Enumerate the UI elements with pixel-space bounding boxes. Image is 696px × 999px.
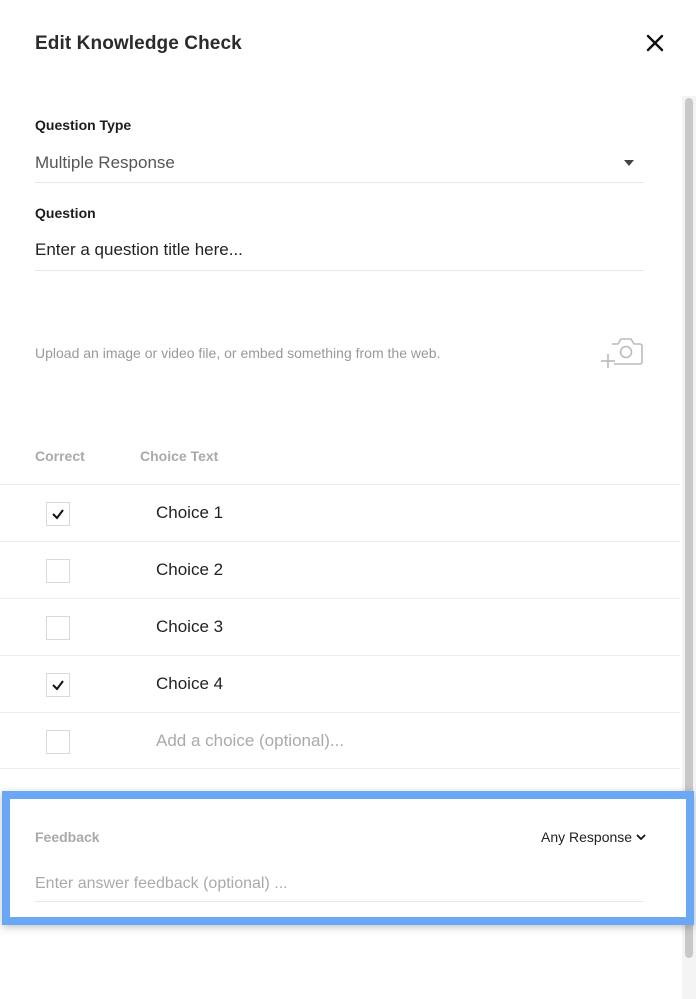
question-type-select[interactable]: Multiple Response [35, 153, 175, 173]
checkmark-icon [52, 680, 64, 691]
correct-checkbox[interactable] [46, 673, 70, 697]
column-header-choice-text: Choice Text [140, 448, 219, 464]
close-button[interactable] [642, 30, 668, 56]
question-label: Question [35, 205, 96, 221]
feedback-input[interactable]: Enter answer feedback (optional) ... [35, 875, 288, 893]
chevron-down-icon[interactable] [635, 831, 647, 843]
question-type-label: Question Type [35, 117, 132, 133]
choice-row: Choice 4 [0, 655, 680, 712]
choice-text[interactable]: Choice 3 [156, 617, 223, 637]
correct-checkbox[interactable] [46, 502, 70, 526]
close-icon [646, 34, 664, 52]
correct-checkbox[interactable] [46, 616, 70, 640]
dialog-header: Edit Knowledge Check [0, 0, 696, 92]
feedback-underline [35, 901, 644, 902]
correct-checkbox[interactable] [46, 730, 70, 754]
choice-row: Choice 3 [0, 598, 680, 655]
choice-row: Choice 2 [0, 541, 680, 598]
question-underline [35, 270, 644, 271]
media-upload-text[interactable]: Upload an image or video file, or embed … [35, 345, 440, 361]
choice-row: Choice 1 [0, 484, 680, 541]
column-header-correct: Correct [35, 448, 85, 464]
add-choice-row: Add a choice (optional)... [0, 712, 680, 769]
caret-down-icon[interactable] [624, 160, 634, 166]
question-input[interactable]: Enter a question title here... [35, 240, 644, 260]
feedback-section: Feedback Any Response Enter answer feedb… [2, 791, 694, 925]
correct-checkbox[interactable] [46, 559, 70, 583]
add-camera-icon[interactable] [600, 334, 644, 370]
choice-text[interactable]: Choice 4 [156, 674, 223, 694]
dialog-title: Edit Knowledge Check [35, 33, 242, 54]
checkmark-icon [52, 509, 64, 520]
feedback-label: Feedback [35, 829, 100, 845]
feedback-response-select[interactable]: Any Response [541, 829, 632, 845]
choice-text[interactable]: Choice 1 [156, 503, 223, 523]
choice-text[interactable]: Choice 2 [156, 560, 223, 580]
add-choice-input[interactable]: Add a choice (optional)... [156, 731, 344, 751]
question-type-underline [35, 182, 644, 183]
